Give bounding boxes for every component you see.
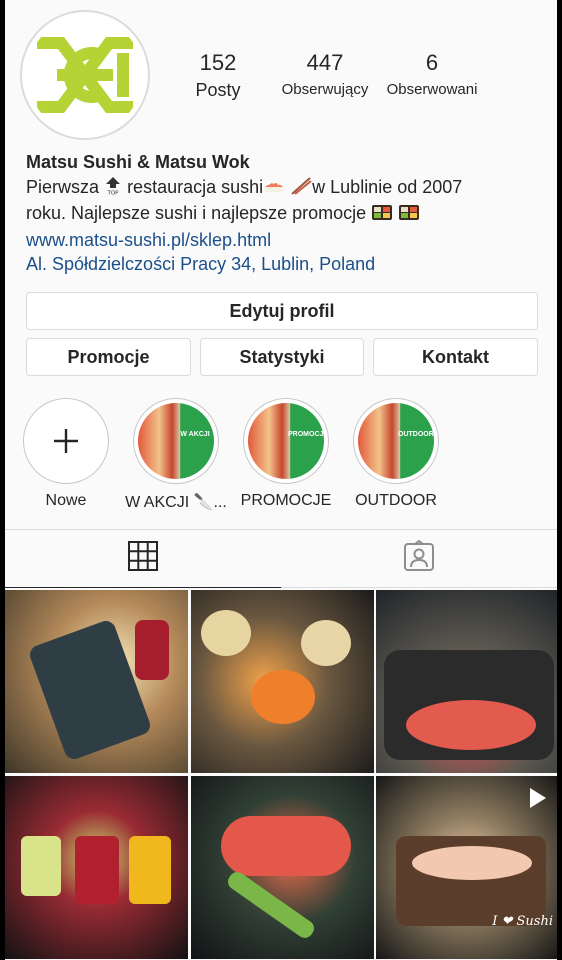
post-thumbnail[interactable] xyxy=(5,590,188,773)
glass-shape xyxy=(129,836,171,904)
grid-icon xyxy=(128,541,158,576)
post-thumbnail[interactable]: I ❤ Sushi xyxy=(376,776,557,959)
post-thumbnail[interactable] xyxy=(5,776,188,959)
followers-stat[interactable]: 447 Obserwujący xyxy=(273,50,377,102)
profile-name: Matsu Sushi & Matsu Wok xyxy=(26,152,250,172)
bio-line-2: roku. Najlepsze sushi i najlepsze promoc… xyxy=(26,201,546,228)
highlight-cover[interactable]: OUTDOOR xyxy=(353,398,439,484)
drink-shape xyxy=(135,620,169,680)
profile-bio: Matsu Sushi & Matsu Wok Pierwsza TOP res… xyxy=(26,150,546,277)
edit-profile-button[interactable]: Edytuj profil xyxy=(26,292,538,330)
highlight-new[interactable]: Nowe xyxy=(11,398,121,510)
post-thumbnail[interactable] xyxy=(191,590,374,773)
highlight-label: W AKCJI 🔪... xyxy=(125,494,227,511)
bento-box-icon xyxy=(371,203,393,228)
glass-shape xyxy=(75,836,119,904)
phone-shape xyxy=(27,618,153,762)
highlight-cover-image: OUTDOOR xyxy=(358,403,434,479)
sushi-icon xyxy=(263,177,285,202)
bio-line-1: Pierwsza TOP restauracja sushi w Lublini… xyxy=(26,174,546,202)
highlight-w-akcji[interactable]: W AKCJI W AKCJI 🔪... xyxy=(121,398,231,512)
highlight-cover-tag: PROMOCJE xyxy=(288,431,324,438)
highlight-cover-image: W AKCJI xyxy=(138,403,214,479)
tab-tagged[interactable] xyxy=(281,530,557,588)
highlight-label: OUTDOOR xyxy=(355,492,437,509)
highlight-outdoor[interactable]: OUTDOOR OUTDOOR xyxy=(341,398,451,510)
svg-text:TOP: TOP xyxy=(107,190,120,195)
highlight-cover-image: PROMOCJE xyxy=(248,403,324,479)
profile-screen: 152 Posty 447 Obserwujący 6 Obserwowani … xyxy=(5,0,557,960)
tab-grid[interactable] xyxy=(5,530,281,588)
roll-shape xyxy=(221,816,351,876)
sushi-shape xyxy=(412,846,532,880)
sushi-shape xyxy=(251,670,315,724)
chopsticks-icon xyxy=(290,176,312,202)
following-label: Obserwowani xyxy=(386,81,478,98)
following-count: 6 xyxy=(425,50,439,75)
sushi-shape xyxy=(201,610,251,656)
website-link[interactable]: www.matsu-sushi.pl/sklep.html xyxy=(26,228,546,253)
posts-count: 152 xyxy=(199,50,237,75)
top-arrow-icon: TOP xyxy=(104,174,123,202)
video-icon xyxy=(525,786,549,810)
address-link[interactable]: Al. Spółdzielczości Pracy 34, Lublin, Po… xyxy=(26,252,546,277)
highlight-label: PROMOCJE xyxy=(240,492,332,509)
posts-stat[interactable]: 152 Posty xyxy=(173,50,263,102)
watermark-logo: I ❤ Sushi xyxy=(492,914,553,929)
following-stat[interactable]: 6 Obserwowani xyxy=(381,50,483,102)
plus-icon xyxy=(24,399,108,483)
glass-shape xyxy=(21,836,61,896)
post-thumbnail[interactable] xyxy=(376,590,557,773)
highlight-cover-tag: OUTDOOR xyxy=(398,431,434,438)
highlight-label: Nowe xyxy=(45,492,87,509)
promotions-button[interactable]: Promocje xyxy=(26,338,191,376)
sushi-shape xyxy=(301,620,351,666)
cross-shape xyxy=(224,868,318,942)
tagged-icon xyxy=(403,539,435,577)
salmon-shape xyxy=(406,700,536,750)
highlight-promocje[interactable]: PROMOCJE PROMOCJE xyxy=(231,398,341,510)
matsu-logo xyxy=(27,17,143,133)
post-thumbnail[interactable] xyxy=(191,776,374,959)
bento-box-icon xyxy=(398,203,420,228)
posts-label: Posty xyxy=(195,80,241,100)
profile-avatar[interactable] xyxy=(20,10,150,140)
highlight-cover-tag: W AKCJI xyxy=(180,431,210,438)
followers-count: 447 xyxy=(306,50,344,75)
contact-button[interactable]: Kontakt xyxy=(373,338,538,376)
followers-label: Obserwujący xyxy=(281,81,369,98)
highlight-cover[interactable]: W AKCJI xyxy=(133,398,219,484)
insights-button[interactable]: Statystyki xyxy=(200,338,364,376)
highlight-cover[interactable]: PROMOCJE xyxy=(243,398,329,484)
highlight-new-circle[interactable] xyxy=(23,398,109,484)
